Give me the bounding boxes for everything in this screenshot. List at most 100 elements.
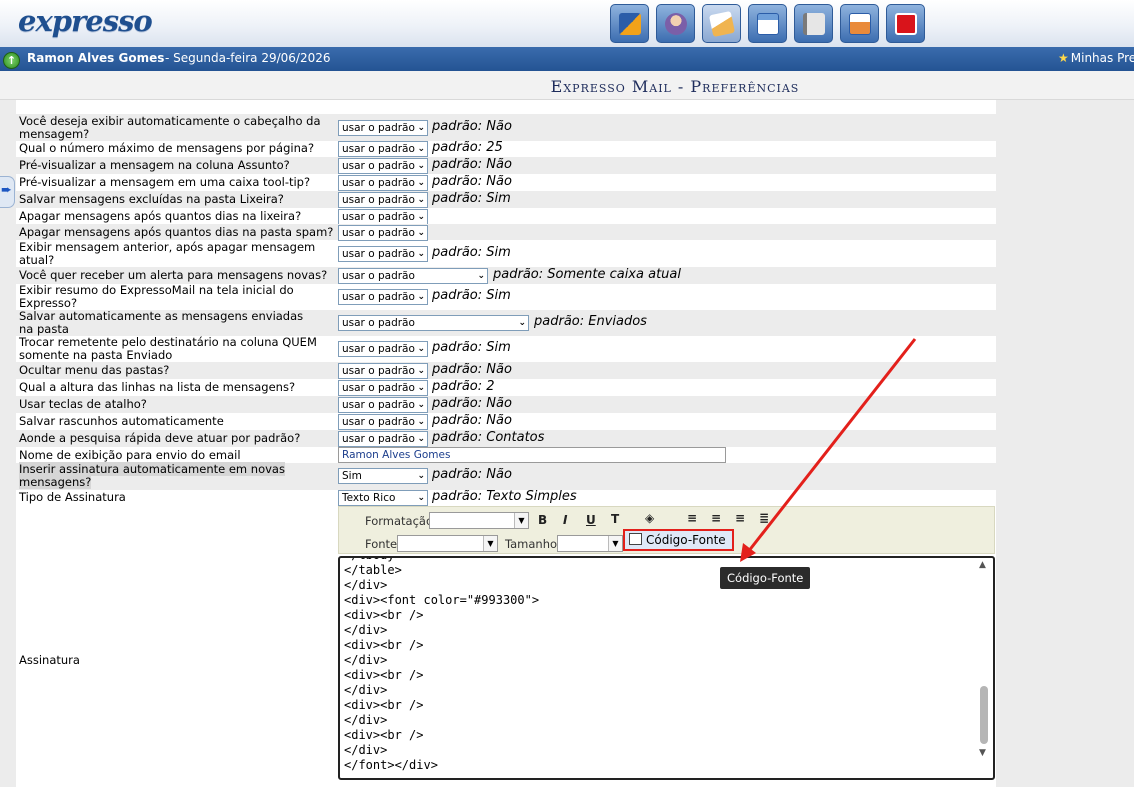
chevron-down-icon: ⌄: [417, 417, 425, 427]
pref-question: Usar teclas de atalho?: [19, 397, 147, 411]
pref-question: Salvar automaticamente as mensagens envi…: [19, 309, 304, 336]
pref-question: Salvar mensagens excluídas na pasta Lixe…: [19, 192, 284, 206]
display-name-input[interactable]: Ramon Alves Gomes: [338, 447, 726, 463]
pref-default: padrão: Contatos: [432, 430, 545, 445]
signature-source-editor[interactable]: </tbody></table></div><div><font color="…: [338, 556, 995, 780]
chevron-down-icon: ▼: [514, 513, 528, 528]
chevron-down-icon: ⌄: [417, 383, 425, 393]
my-preferences-link[interactable]: ★ Minhas Pre: [1058, 51, 1134, 65]
pref-question: Você quer receber um alerta para mensage…: [19, 268, 328, 282]
scroll-up-icon[interactable]: ▲: [979, 560, 986, 570]
italic-button[interactable]: I: [563, 513, 567, 527]
pref-select[interactable]: usar o padrão ⌄: [338, 380, 428, 396]
align-justify-icon[interactable]: ≣: [759, 511, 769, 525]
app-button-contacts[interactable]: [656, 4, 695, 43]
pref-select[interactable]: usar o padrão ⌄: [338, 225, 428, 241]
power-icon: [894, 12, 917, 35]
pref-question: Tipo de Assinatura: [19, 490, 126, 504]
size-combo[interactable]: ▼: [557, 535, 623, 552]
pref-select-value: usar o padrão: [342, 317, 415, 329]
app-button-mail[interactable]: [702, 4, 741, 43]
pref-select-value: usar o padrão: [342, 382, 415, 394]
align-left-icon[interactable]: ≡: [687, 511, 697, 525]
pref-select-value: Sim: [342, 470, 362, 482]
chevron-down-icon: ⌄: [417, 228, 425, 238]
pref-question: Pré-visualizar a mensagem na coluna Assu…: [19, 158, 290, 172]
my-preferences-label: Minhas Pre: [1070, 51, 1134, 65]
pref-row: Qual a altura das linhas na lista de men…: [16, 379, 996, 396]
pref-question: Trocar remetente pelo destinatário na co…: [19, 335, 317, 362]
pref-select[interactable]: usar o padrão ⌄: [338, 158, 428, 174]
pref-select[interactable]: Sim ⌄: [338, 468, 428, 484]
pref-select[interactable]: usar o padrão ⌄: [338, 209, 428, 225]
pref-row: Qual o número máximo de mensagens por pá…: [16, 140, 996, 157]
pref-default: padrão: Não: [432, 119, 512, 134]
format-combo[interactable]: ▼: [429, 512, 529, 529]
app-button-notes[interactable]: [794, 4, 833, 43]
font-combo[interactable]: ▼: [397, 535, 498, 552]
pref-select[interactable]: usar o padrão ⌄: [338, 268, 488, 284]
chevron-down-icon: ⌄: [417, 123, 425, 133]
text-color-button[interactable]: T: [611, 512, 619, 526]
pref-select[interactable]: usar o padrão ⌄: [338, 120, 428, 136]
align-center-icon[interactable]: ≡: [711, 511, 721, 525]
chevron-down-icon: ▼: [483, 536, 497, 551]
pref-select[interactable]: usar o padrão ⌄: [338, 341, 428, 357]
user-bar: ↑ Ramon Alves Gomes - Segunda-feira 29/0…: [0, 47, 1134, 71]
underline-button[interactable]: U: [586, 513, 596, 527]
current-date: - Segunda-feira 29/06/2026: [165, 51, 331, 65]
source-code-line: </font></div>: [344, 758, 438, 772]
pref-select[interactable]: Texto Rico ⌄: [338, 490, 428, 506]
pref-row: Você quer receber um alerta para mensage…: [16, 267, 996, 284]
pref-row: Salvar mensagens excluídas na pasta Lixe…: [16, 191, 996, 208]
pref-select[interactable]: usar o padrão ⌄: [338, 315, 529, 331]
source-code-line: </div>: [344, 653, 388, 667]
app-button-schedule[interactable]: [748, 4, 787, 43]
pref-question: Exibir mensagem anterior, após apagar me…: [19, 240, 316, 267]
title-bar: Expresso Mail - Preferências: [0, 71, 1134, 100]
pref-question: Aonde a pesquisa rápida deve atuar por p…: [19, 431, 301, 445]
source-code-button[interactable]: Código-Fonte: [623, 529, 734, 551]
sidebar-toggle[interactable]: ➨: [0, 176, 15, 208]
editor-scrollbar[interactable]: ▲ ▼: [978, 560, 992, 774]
scrollbar-thumb[interactable]: [980, 686, 988, 744]
home-arrow-icon[interactable]: ↑: [3, 52, 20, 69]
pref-select[interactable]: usar o padrão ⌄: [338, 414, 428, 430]
pref-default: padrão: Enviados: [534, 314, 647, 329]
pref-default: padrão: Sim: [432, 340, 511, 355]
preferences-form: Você deseja exibir automaticamente o cab…: [16, 100, 996, 787]
config-icon: [848, 12, 871, 35]
pref-question: Salvar rascunhos automaticamente: [19, 414, 224, 428]
app-button-calendar[interactable]: [610, 4, 649, 43]
app-button-logout[interactable]: [886, 4, 925, 43]
pref-select[interactable]: usar o padrão ⌄: [338, 431, 428, 447]
pref-row: Usar teclas de atalho? usar o padrão ⌄ pa…: [16, 396, 996, 413]
pref-select-value: usar o padrão: [342, 416, 415, 428]
pref-row: Nome de exibição para envio do email Ram…: [16, 447, 996, 463]
schedule-icon: [756, 12, 779, 35]
source-code-line: </div>: [344, 713, 388, 727]
app-button-config[interactable]: [840, 4, 879, 43]
pref-select[interactable]: usar o padrão ⌄: [338, 192, 428, 208]
mail-people-icon: [708, 10, 735, 37]
source-code-line: </div>: [344, 743, 388, 757]
pref-select[interactable]: usar o padrão ⌄: [338, 175, 428, 191]
pref-row: Pré-visualizar a mensagem na coluna Assu…: [16, 157, 996, 174]
bold-button[interactable]: B: [538, 513, 547, 527]
scroll-down-icon[interactable]: ▼: [979, 748, 986, 758]
source-code-line: </tbody>: [344, 558, 539, 563]
pref-select[interactable]: usar o padrão ⌄: [338, 246, 428, 262]
pref-select[interactable]: usar o padrão ⌄: [338, 289, 428, 305]
align-right-icon[interactable]: ≡: [735, 511, 745, 525]
source-code-line: </div>: [344, 623, 388, 637]
pref-select[interactable]: usar o padrão ⌄: [338, 363, 428, 379]
expresso-logo[interactable]: expresso: [18, 4, 153, 38]
source-code-line: <div><br />: [344, 638, 424, 652]
pref-select-value: usar o padrão: [342, 122, 415, 134]
bg-color-icon[interactable]: ◈: [645, 511, 654, 525]
pref-select[interactable]: usar o padrão ⌄: [338, 397, 428, 413]
pref-select[interactable]: usar o padrão ⌄: [338, 141, 428, 157]
source-code-text[interactable]: </tbody></table></div><div><font color="…: [344, 558, 539, 773]
pref-default: padrão: 2: [432, 379, 495, 394]
pref-default: padrão: Sim: [432, 191, 511, 206]
